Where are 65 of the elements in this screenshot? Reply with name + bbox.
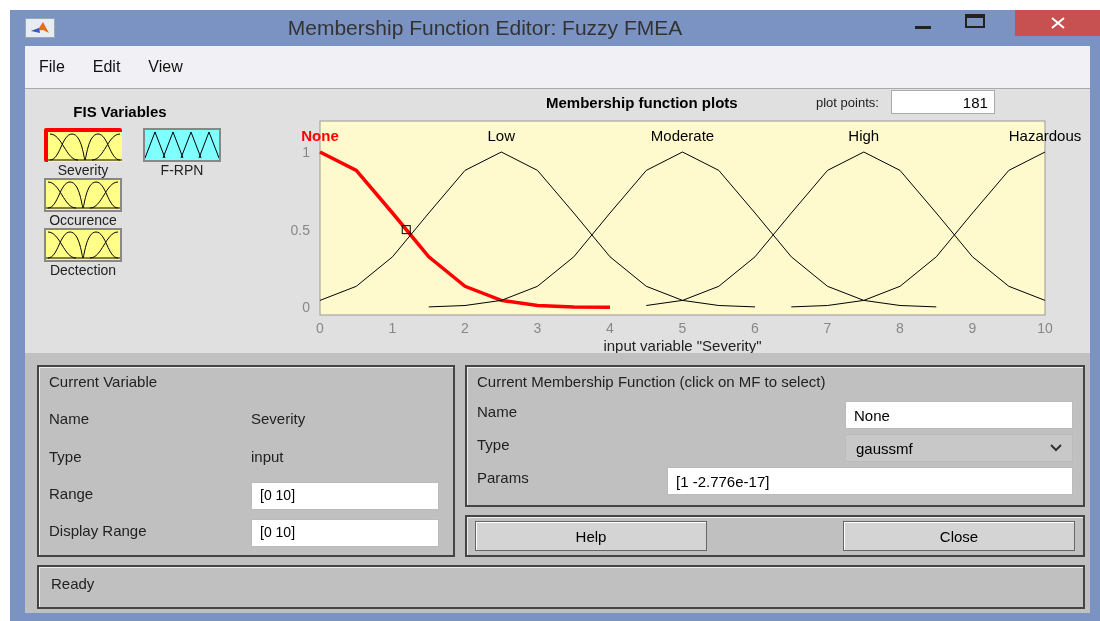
section-title: FIS Variables <box>72 103 168 120</box>
x-tick-label: 3 <box>533 320 542 336</box>
dialog-button[interactable]: Close <box>843 521 1075 551</box>
mf-label[interactable]: Low <box>487 127 515 144</box>
fis-variable[interactable]: Occurence <box>35 178 131 228</box>
y-tick-label: 0 <box>302 299 310 316</box>
x-tick-label: 6 <box>751 320 759 336</box>
close-button[interactable] <box>1015 10 1100 36</box>
field-value: input <box>251 447 284 465</box>
variable-tile[interactable] <box>44 228 122 262</box>
x-tick-label: 9 <box>968 320 977 336</box>
input-field[interactable]: None <box>845 401 1073 429</box>
plot-title: Membership function plots <box>546 93 739 111</box>
plot-points-field[interactable]: 181 <box>890 90 995 114</box>
variable-tile[interactable] <box>44 128 122 162</box>
membership-curve[interactable] <box>319 150 610 309</box>
variable-tile[interactable] <box>44 178 122 212</box>
type-dropdown[interactable]: gaussmf <box>845 434 1073 462</box>
field-label: Type <box>477 435 511 453</box>
menu-item[interactable]: View <box>134 58 197 76</box>
membership-curve[interactable] <box>645 151 1046 306</box>
x-tick-label: 8 <box>896 320 904 336</box>
x-tick-label: 0 <box>316 320 324 336</box>
y-tick-label: 0.5 <box>290 221 310 238</box>
membership-curve[interactable] <box>790 151 1046 308</box>
y-tick-label: 1 <box>302 144 310 161</box>
chevron-icon <box>1050 444 1062 452</box>
status-bar: Ready <box>37 565 1085 609</box>
x-tick-label: 10 <box>1037 320 1053 336</box>
app-icon[interactable] <box>25 18 55 38</box>
field-label: Range <box>49 484 95 502</box>
minimize-icon[interactable] <box>915 26 931 30</box>
window-title: Membership Function Editor: Fuzzy FMEA <box>286 16 684 40</box>
x-tick-label: 7 <box>823 320 832 336</box>
x-tick-label: 4 <box>606 320 614 336</box>
handle-marker[interactable] <box>401 225 411 235</box>
input-field[interactable]: [1 -2.776e-17] <box>667 467 1073 495</box>
close-icon <box>1050 17 1065 29</box>
fis-variable[interactable]: Dectection <box>35 228 131 278</box>
menu-item[interactable]: File <box>25 58 79 76</box>
panel-title: Current Membership Function (click on MF to select) <box>477 373 827 392</box>
field-label: Name <box>49 410 90 428</box>
panel-title: Current Variable <box>49 373 159 392</box>
input-field[interactable]: [0 10] <box>251 519 439 548</box>
plot-points-label: plot points: <box>816 94 879 110</box>
variable-tile[interactable] <box>143 128 221 162</box>
input-field[interactable]: [0 10] <box>251 482 439 511</box>
field-value: Severity <box>251 410 306 428</box>
maximize-icon[interactable] <box>965 14 985 28</box>
field-label: Name <box>477 402 518 420</box>
field-label: Display Range <box>49 521 148 539</box>
x-tick-label: 1 <box>388 320 397 336</box>
membership-curve[interactable] <box>428 151 937 308</box>
dialog-button[interactable]: Help <box>475 521 707 551</box>
mf-label[interactable]: High <box>848 127 880 144</box>
fis-variable[interactable]: F-RPN <box>137 128 227 178</box>
x-tick-label: 5 <box>678 320 687 336</box>
mf-label[interactable]: Moderate <box>650 127 715 144</box>
fis-variable[interactable]: Severity <box>35 128 131 178</box>
menu-item[interactable]: Edit <box>78 58 135 76</box>
mf-label[interactable]: Hazardous <box>1008 127 1082 144</box>
field-label: Params <box>477 468 530 486</box>
x-tick-label: 2 <box>461 320 469 336</box>
field-label: Type <box>49 447 83 465</box>
membership-curve[interactable] <box>319 151 756 308</box>
